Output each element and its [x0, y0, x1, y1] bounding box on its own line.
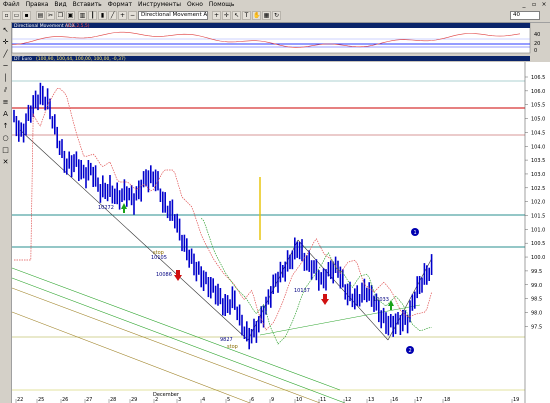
wave-label-2: 2 — [409, 348, 412, 354]
chart-canvas: Directional Movement ADX (1,5,2,5,5) 40 … — [11, 22, 550, 403]
main-ohlc: (100,90, 100,44, 100,00, 100,00, -0,37) — [36, 56, 126, 62]
price-label: 106.0 — [531, 89, 545, 95]
date-label: 22 — [17, 397, 23, 403]
price-label: 99.5 — [531, 269, 542, 275]
price-label: 104.5 — [531, 130, 545, 136]
date-label: 19 — [513, 397, 519, 403]
month-label: December — [153, 392, 180, 398]
wave-label-1: 1 — [414, 230, 417, 236]
date-label: 5 — [227, 397, 230, 403]
price-label: 103.0 — [531, 172, 545, 178]
price-label: 105.0 — [531, 117, 545, 123]
date-label: 13 — [368, 397, 374, 403]
annotation-10086: 10086 — [156, 272, 172, 278]
price-label: 99.0 — [531, 283, 542, 289]
price-label: 104.0 — [531, 144, 545, 150]
price-label: 102.5 — [531, 186, 545, 192]
adx-scale-0: 0 — [534, 48, 537, 54]
price-label: 98.0 — [531, 310, 542, 316]
date-label: 18 — [444, 397, 450, 403]
price-label: 100.5 — [531, 241, 545, 247]
main-pane — [12, 62, 530, 403]
date-label: 10 — [296, 397, 302, 403]
price-label: 105.5 — [531, 103, 545, 109]
date-label: 28 — [110, 397, 116, 403]
adx-scale-20: 20 — [534, 41, 540, 47]
price-label: 102.0 — [531, 200, 545, 206]
annotation-10105: 10105 — [151, 255, 167, 261]
price-label: 100.0 — [531, 255, 545, 261]
price-label: 101.0 — [531, 227, 545, 233]
main-title: DT Euro — [14, 56, 32, 62]
date-label: 6 — [251, 397, 254, 403]
annotation-9827: 9827 — [220, 337, 233, 343]
date-label: 27 — [86, 397, 92, 403]
adx-title-params: (1,5,2,5,5) — [66, 23, 90, 29]
adx-scale-40: 40 — [534, 32, 540, 38]
date-label: 11 — [320, 397, 326, 403]
price-label: 106.5 — [531, 75, 545, 81]
price-label: 103.5 — [531, 158, 545, 164]
date-label: 9 — [271, 397, 274, 403]
price-label: 101.5 — [531, 214, 545, 220]
date-label: 17 — [416, 397, 422, 403]
date-label: 25 — [38, 397, 44, 403]
date-label: 12 — [345, 397, 351, 403]
date-label: 26 — [62, 397, 68, 403]
annotation-10137: 10137 — [294, 288, 310, 294]
date-label: 16 — [392, 397, 398, 403]
price-label: 97.5 — [531, 324, 542, 330]
adx-titlebar — [12, 23, 530, 28]
price-label: 98.5 — [531, 297, 542, 303]
date-label: 29 — [131, 397, 137, 403]
annotation-stop-2: stop — [227, 344, 238, 350]
date-label: 4 — [202, 397, 205, 403]
annotation-10033: 10033 — [373, 297, 389, 303]
annotation-10272: 10272 — [98, 205, 114, 211]
